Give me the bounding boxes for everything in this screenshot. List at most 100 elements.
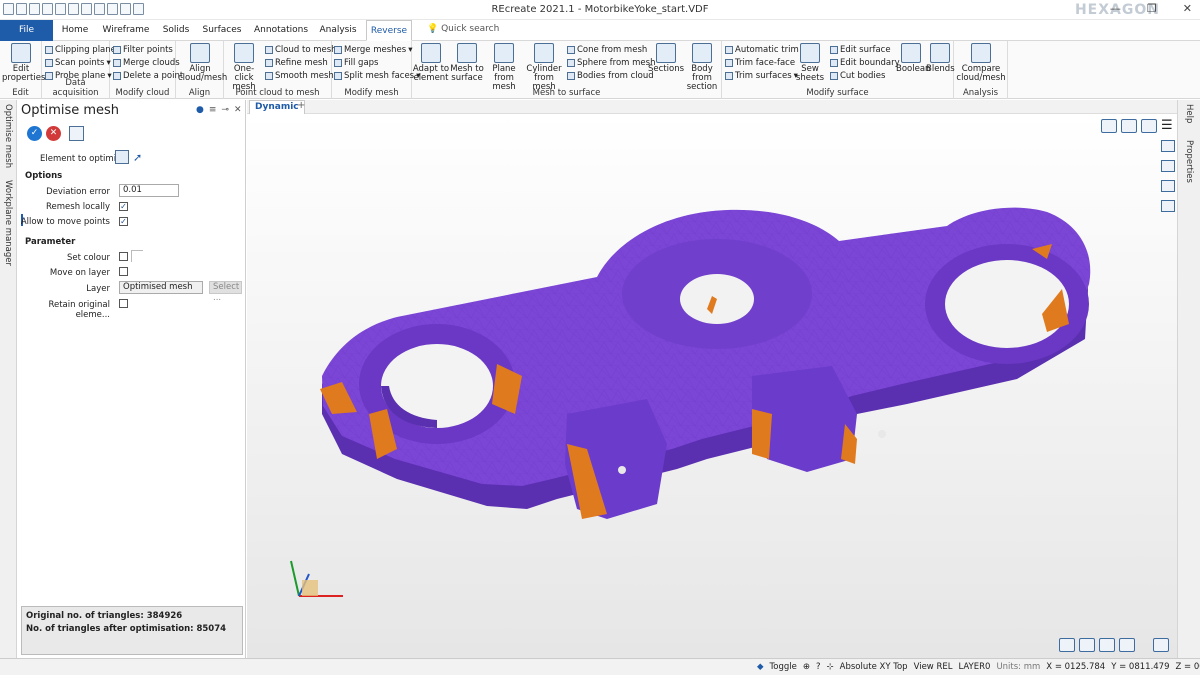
refine-mesh-button[interactable]: Refine mesh — [265, 57, 328, 69]
trim-face-face-button[interactable]: Trim face-face — [725, 57, 795, 69]
clipping-plane-button[interactable]: Clipping plane — [45, 44, 116, 56]
tab-analysis[interactable]: Analysis — [318, 20, 358, 41]
minimize-icon[interactable]: — — [1110, 2, 1121, 15]
one-click-mesh-button[interactable]: One-click mesh — [225, 43, 263, 92]
cut-bodies-button[interactable]: Cut bodies — [830, 70, 885, 82]
side-tab-workplane-manager[interactable]: Workplane manager — [3, 180, 13, 266]
split-mesh-faces-button[interactable]: Split mesh faces ▾ — [334, 70, 420, 82]
hide-icon[interactable] — [1161, 200, 1175, 212]
set-colour-checkbox[interactable] — [119, 252, 128, 261]
plane-icon[interactable]: ⊹ — [827, 662, 834, 672]
merge-clouds-button[interactable]: Merge clouds — [113, 57, 180, 69]
filter-points-button[interactable]: Filter points — [113, 44, 173, 56]
sew-sheets-button[interactable]: Sew sheets — [794, 43, 826, 83]
sections-button[interactable]: Sections — [648, 43, 684, 74]
blends-button[interactable]: Blends — [926, 43, 955, 74]
tab-surfaces[interactable]: Surfaces — [202, 20, 242, 41]
zoom-icon[interactable] — [1121, 119, 1137, 133]
visibility-icon[interactable] — [1161, 180, 1175, 192]
allow-move-points-checkbox[interactable]: ✓ — [119, 217, 128, 226]
grid-view-icon[interactable] — [1161, 160, 1175, 172]
mesh-to-surface-button[interactable]: Mesh to surface — [450, 43, 484, 83]
side-tab-help[interactable]: Help — [1184, 104, 1194, 123]
fill-gaps-button[interactable]: Fill gaps — [334, 57, 379, 69]
close-window-icon[interactable]: ✕ — [1183, 2, 1192, 15]
view-cube-icon[interactable] — [1101, 119, 1117, 133]
y-coordinate: Y = 0811.479 — [1111, 662, 1170, 672]
toggle-label[interactable]: Toggle — [770, 662, 797, 672]
remesh-locally-checkbox[interactable]: ✓ — [119, 202, 128, 211]
automatic-trim-button[interactable]: Automatic trim — [725, 44, 799, 56]
view-label[interactable]: View REL — [914, 662, 953, 672]
cursor-mode-icon[interactable] — [1153, 638, 1169, 652]
preview-icon[interactable] — [69, 126, 84, 141]
select-layer-button[interactable]: Select ... — [209, 281, 242, 303]
ok-button[interactable]: ✓ — [27, 126, 42, 141]
edit-properties-button[interactable]: Edit properties — [2, 43, 45, 83]
view-box-icon[interactable] — [1099, 638, 1115, 652]
toggle-icon[interactable]: ◆ — [757, 662, 764, 672]
adapt-to-element-button[interactable]: Adapt to element — [412, 43, 450, 83]
tab-home[interactable]: Home — [57, 20, 93, 41]
tab-reverse[interactable]: Reverse — [366, 20, 412, 41]
align-cloud-mesh-button[interactable]: Align cloud/mesh — [178, 43, 227, 83]
cancel-button[interactable]: ✕ — [46, 126, 61, 141]
body-from-section-button[interactable]: Body from section — [682, 43, 722, 92]
colour-swatch[interactable] — [131, 250, 143, 262]
view-iso-icon[interactable] — [1079, 638, 1095, 652]
title-bar: REcreate 2021.1 - MotorbikeYoke_start.VD… — [0, 0, 1200, 20]
fit-view-icon[interactable] — [1141, 119, 1157, 133]
move-on-layer-checkbox[interactable] — [119, 267, 128, 276]
smooth-mesh-button[interactable]: Smooth mesh — [265, 70, 334, 82]
boolean-button[interactable]: Boolean — [896, 43, 930, 74]
tab-solids[interactable]: Solids — [160, 20, 192, 41]
restore-icon[interactable]: ❐ — [1147, 2, 1157, 15]
scan-points-button[interactable]: Scan points ▾ — [45, 57, 111, 69]
hamburger-menu-icon[interactable]: ☰ — [1161, 118, 1173, 133]
snap-icon[interactable]: ⊕ — [803, 662, 810, 672]
menu-icon[interactable]: ≡ — [209, 105, 217, 115]
delete-point-button[interactable]: Delete a point — [113, 70, 183, 82]
label: Merge meshes — [344, 45, 407, 55]
plane-from-mesh-button[interactable]: Plane from mesh — [484, 43, 524, 92]
workplane-label[interactable]: Absolute XY Top — [840, 662, 908, 672]
tab-annotations[interactable]: Annotations — [254, 20, 308, 41]
deviation-error-input[interactable]: 0.01 — [119, 184, 179, 197]
cylinder-from-mesh-button[interactable]: Cylinder from mesh — [524, 43, 564, 92]
set-colour-label: Set colour — [67, 253, 110, 263]
bodies-from-cloud-button[interactable]: Bodies from cloud — [567, 70, 654, 82]
pin-icon[interactable]: ⊸ — [221, 105, 229, 115]
help-icon[interactable]: ? — [816, 662, 821, 672]
trim-surfaces-icon — [725, 72, 733, 80]
label: Filter points — [123, 45, 173, 55]
layer-status[interactable]: LAYER0 — [958, 662, 990, 672]
sphere-from-mesh-button[interactable]: Sphere from mesh — [567, 57, 655, 69]
align-icon — [190, 43, 210, 63]
add-tab-icon[interactable]: + — [297, 100, 305, 111]
view-select-icon[interactable] — [1059, 638, 1075, 652]
view-grid-icon[interactable] — [1119, 638, 1135, 652]
quick-search[interactable]: 💡 Quick search — [427, 24, 499, 34]
select-elements-icon[interactable] — [115, 150, 129, 164]
3d-viewport[interactable]: ☰ — [247, 114, 1177, 658]
sphere-icon — [567, 59, 575, 67]
trim-surfaces-button[interactable]: Trim surfaces ▾ — [725, 70, 798, 82]
side-tab-optimise-mesh[interactable]: Optimise mesh — [3, 104, 13, 168]
info-icon[interactable]: ● — [196, 105, 204, 115]
layers-icon[interactable] — [1161, 140, 1175, 152]
compare-cloud-mesh-button[interactable]: Compare cloud/mesh — [956, 43, 1006, 83]
y-axis — [290, 560, 300, 597]
merge-meshes-button[interactable]: Merge meshes ▾ — [334, 44, 413, 56]
pointer-icon[interactable]: ➚ — [133, 151, 142, 164]
layer-input[interactable]: Optimised mesh — [119, 281, 203, 294]
cloud-to-mesh-button[interactable]: Cloud to mesh — [265, 44, 337, 56]
retain-original-checkbox[interactable] — [119, 299, 128, 308]
edit-surface-button[interactable]: Edit surface — [830, 44, 891, 56]
cone-from-mesh-button[interactable]: Cone from mesh — [567, 44, 647, 56]
side-tab-properties[interactable]: Properties — [1184, 140, 1194, 183]
options-header: Options — [25, 171, 63, 181]
close-icon[interactable]: ✕ — [234, 105, 242, 115]
edit-boundary-button[interactable]: Edit boundary — [830, 57, 900, 69]
tab-wireframe[interactable]: Wireframe — [101, 20, 151, 41]
tab-file[interactable]: File — [0, 20, 53, 41]
